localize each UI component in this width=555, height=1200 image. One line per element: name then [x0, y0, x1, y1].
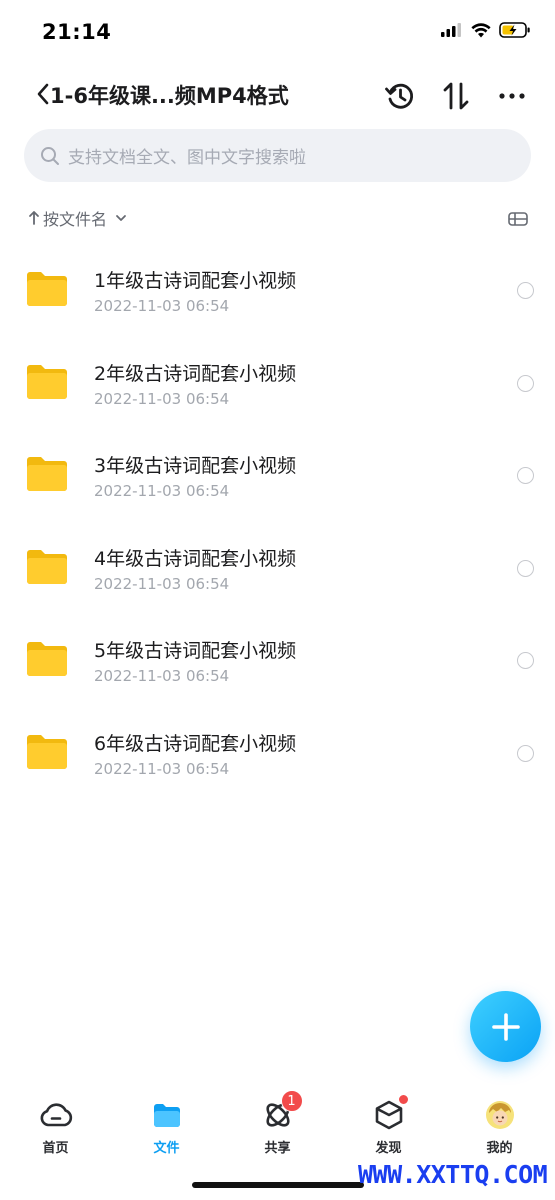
tab-bar: 首页 文件 1 共享 发现 我的	[0, 1090, 555, 1160]
home-indicator	[192, 1182, 364, 1188]
file-row[interactable]: 3年级古诗词配套小视频 2022-11-03 06:54	[0, 430, 555, 523]
folder-icon	[150, 1098, 184, 1132]
list-view-icon	[508, 212, 528, 226]
file-date: 2022-11-03 06:54	[94, 297, 230, 315]
file-date: 2022-11-03 06:54	[94, 482, 230, 500]
search-placeholder: 支持文档全文、图中文字搜索啦	[68, 148, 306, 168]
history-button[interactable]	[380, 76, 420, 116]
tab-label-home: 首页	[42, 1141, 69, 1156]
folder-icon	[26, 364, 68, 400]
select-checkbox[interactable]	[517, 282, 534, 299]
tab-home[interactable]: 首页	[0, 1090, 111, 1160]
folder-icon	[26, 641, 68, 677]
sort-row: 按文件名	[0, 200, 555, 236]
battery-charging-icon	[499, 22, 530, 38]
file-row[interactable]: 4年级古诗词配套小视频 2022-11-03 06:54	[0, 523, 555, 616]
file-row[interactable]: 5年级古诗词配套小视频 2022-11-03 06:54	[0, 615, 555, 708]
status-bar: 21:14	[0, 0, 555, 64]
tab-label-discover: 发现	[375, 1141, 402, 1156]
file-date: 2022-11-03 06:54	[94, 574, 230, 593]
file-name: 1年级古诗词配套小视频	[94, 270, 297, 292]
file-date: 2022-11-03 06:54	[94, 759, 230, 778]
sort-label: 按文件名	[43, 210, 108, 229]
cloud-home-icon	[39, 1098, 73, 1132]
wifi-icon	[471, 22, 491, 37]
chevron-left-icon	[37, 83, 49, 105]
sort-order-icon	[443, 82, 469, 110]
avatar	[483, 1098, 517, 1132]
tab-label-share: 共享	[264, 1141, 291, 1156]
notification-badge: 1	[280, 1090, 303, 1112]
view-mode-toggle[interactable]	[507, 208, 529, 230]
cellular-signal-icon	[441, 23, 461, 37]
folder-icon	[26, 271, 68, 307]
tab-label-me: 我的	[486, 1141, 513, 1156]
file-name: 4年级古诗词配套小视频	[94, 547, 297, 570]
search-icon	[41, 146, 59, 165]
tab-me[interactable]: 我的	[444, 1090, 555, 1160]
select-checkbox[interactable]	[517, 652, 534, 669]
file-row[interactable]: 6年级古诗词配套小视频 2022-11-03 06:54	[0, 708, 555, 801]
tab-share[interactable]: 1 共享	[222, 1090, 333, 1160]
tab-files[interactable]: 文件	[111, 1090, 222, 1160]
navigation-bar: 1-6年级课...频MP4格式	[0, 70, 555, 120]
sort-by-filename-button[interactable]: 按文件名	[28, 206, 128, 230]
file-list: 1年级古诗词配套小视频 2022-11-03 06:54 2年级古诗词配套小视频 20…	[0, 245, 555, 800]
file-name: 6年级古诗词配套小视频	[94, 732, 297, 755]
watermark: WWW.XXTTQ.COM	[358, 1160, 548, 1189]
file-row[interactable]: 2年级古诗词配套小视频 2022-11-03 06:54	[0, 338, 555, 431]
page-title: 1-6年级课...频MP4格式	[50, 84, 289, 108]
add-button[interactable]	[470, 991, 541, 1062]
search-input[interactable]: 支持文档全文、图中文字搜索啦	[24, 129, 531, 182]
tab-discover[interactable]: 发现	[333, 1090, 444, 1160]
cube-discover-icon	[372, 1094, 409, 1132]
select-checkbox[interactable]	[517, 467, 534, 484]
sort-order-button[interactable]	[436, 76, 476, 116]
file-name: 3年级古诗词配套小视频	[94, 455, 297, 477]
status-icons	[441, 22, 531, 38]
folder-icon	[26, 734, 68, 770]
folder-icon	[26, 456, 68, 492]
file-name: 5年级古诗词配套小视频	[94, 640, 297, 662]
more-icon	[499, 93, 525, 99]
folder-icon	[26, 549, 68, 585]
select-checkbox[interactable]	[517, 374, 534, 392]
select-checkbox[interactable]	[517, 744, 534, 762]
file-date: 2022-11-03 06:54	[94, 667, 230, 685]
tab-label-files: 文件	[153, 1141, 180, 1156]
more-button[interactable]	[492, 76, 532, 116]
plus-icon	[491, 1012, 520, 1041]
notification-dot	[397, 1094, 409, 1105]
history-icon	[385, 83, 414, 109]
file-row[interactable]: 1年级古诗词配套小视频 2022-11-03 06:54	[0, 245, 555, 338]
file-name: 2年级古诗词配套小视频	[94, 362, 297, 385]
chevron-down-icon	[116, 215, 126, 221]
status-time: 21:14	[42, 20, 112, 44]
file-date: 2022-11-03 06:54	[94, 389, 230, 408]
select-checkbox[interactable]	[517, 559, 534, 577]
arrow-up-icon	[29, 211, 39, 225]
orbit-share-icon: 1	[261, 1090, 303, 1132]
